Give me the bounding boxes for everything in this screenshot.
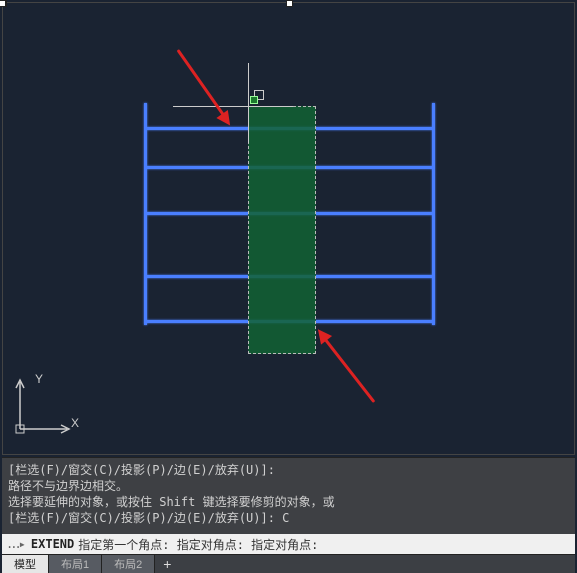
tab-model-label: 模型 [14,556,36,572]
tab-model[interactable]: 模型 [2,555,49,573]
tab-layout1[interactable]: 布局1 [49,555,102,573]
drawing-canvas[interactable]: Y X [2,2,575,455]
cmd-line-4: [栏选(F)/窗交(C)/投影(P)/边(E)/放弃(U)]: C [8,510,569,526]
plus-icon: + [163,558,171,570]
command-prompt: 指定第一个角点: 指定对角点: 指定对角点: [78,536,318,553]
autosnap-marker [250,96,258,104]
command-input[interactable]: ...▸ EXTEND 指定第一个角点: 指定对角点: 指定对角点: [2,534,575,554]
tab-layout2-label: 布局2 [114,556,142,572]
crosshair-horizontal [173,106,293,107]
crosshair-vertical [248,63,249,143]
ucs-x-label: X [71,416,79,430]
tab-layout2[interactable]: 布局2 [102,555,155,573]
cmd-line-1: [栏选(F)/窗交(C)/投影(P)/边(E)/放弃(U)]: [8,462,569,478]
ucs-y-label: Y [35,372,43,386]
layout-tabbar: 模型 布局1 布局2 + [2,554,575,573]
tab-add[interactable]: + [155,555,179,573]
selection-window [248,106,316,354]
ucs-icon: Y X [15,374,85,444]
cmd-line-2: 路径不与边界边相交。 [8,478,569,494]
tab-layout1-label: 布局1 [61,556,89,572]
chevron-icon: ...▸ [6,537,23,551]
annotation-arrow-2 [324,338,376,403]
drawing-content: Y X [3,3,574,454]
cmd-line-3: 选择要延伸的对象，或按住 Shift 键选择要修剪的对象，或 [8,494,569,510]
command-keyword: EXTEND [31,537,74,551]
